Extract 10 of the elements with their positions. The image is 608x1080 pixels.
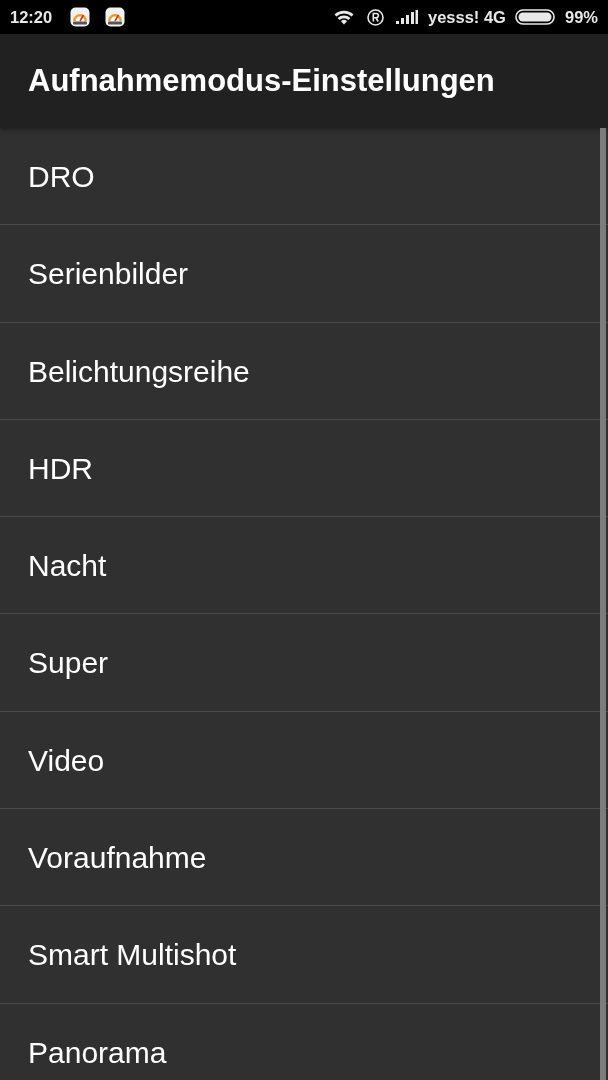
carrier-label: yesss! 4G	[428, 6, 506, 28]
roaming-icon	[367, 8, 384, 26]
clock-time: 12:20	[10, 6, 53, 28]
gauge-icon	[105, 7, 126, 27]
battery-icon	[514, 9, 555, 25]
signal-icon	[396, 10, 418, 24]
battery-percentage: 99%	[564, 6, 598, 28]
wifi-icon	[334, 9, 354, 25]
gauge-icon	[70, 7, 91, 27]
screen-title: Aufnahmemodus-Einstellungen	[28, 62, 495, 100]
